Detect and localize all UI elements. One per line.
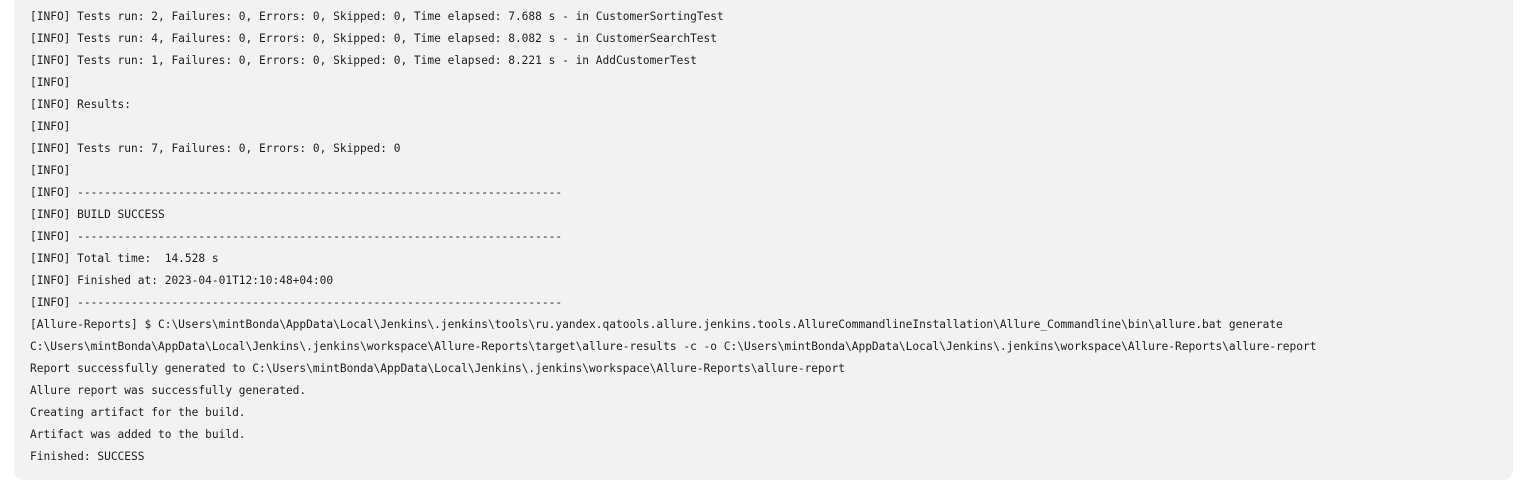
- console-line: [INFO] Results:: [30, 98, 132, 111]
- console-line: [INFO]: [30, 120, 71, 133]
- console-line: [INFO] ---------------------------------…: [30, 186, 563, 199]
- console-line: [INFO] Finished at: 2023-04-01T12:10:48+…: [30, 274, 334, 287]
- console-line: Artifact was added to the build.: [30, 428, 246, 441]
- console-line: Allure report was successfully generated…: [30, 384, 307, 397]
- console-output-panel: [INFO] Tests run: 2, Failures: 0, Errors…: [14, 0, 1513, 480]
- console-line: Creating artifact for the build.: [30, 406, 246, 419]
- console-line: [INFO] ---------------------------------…: [30, 296, 563, 309]
- console-line: C:\Users\mintBonda\AppData\Local\Jenkins…: [30, 340, 1317, 353]
- console-line: [INFO]: [30, 76, 71, 89]
- console-line: [INFO] Total time: 14.528 s: [30, 252, 219, 265]
- console-output: [INFO] Tests run: 2, Failures: 0, Errors…: [30, 6, 1316, 468]
- console-line: [INFO] Tests run: 2, Failures: 0, Errors…: [30, 10, 724, 23]
- console-line: [INFO] ---------------------------------…: [30, 230, 563, 243]
- console-line: [Allure-Reports] $ C:\Users\mintBonda\Ap…: [30, 318, 1283, 331]
- console-line-finished-status: Finished: SUCCESS: [30, 450, 145, 463]
- console-line-build-status: [INFO] BUILD SUCCESS: [30, 208, 165, 221]
- console-line: [INFO]: [30, 164, 71, 177]
- console-line: [INFO] Tests run: 1, Failures: 0, Errors…: [30, 54, 697, 67]
- console-line: Report successfully generated to C:\User…: [30, 362, 845, 375]
- console-line: [INFO] Tests run: 7, Failures: 0, Errors…: [30, 142, 401, 155]
- console-line: [INFO] Tests run: 4, Failures: 0, Errors…: [30, 32, 718, 45]
